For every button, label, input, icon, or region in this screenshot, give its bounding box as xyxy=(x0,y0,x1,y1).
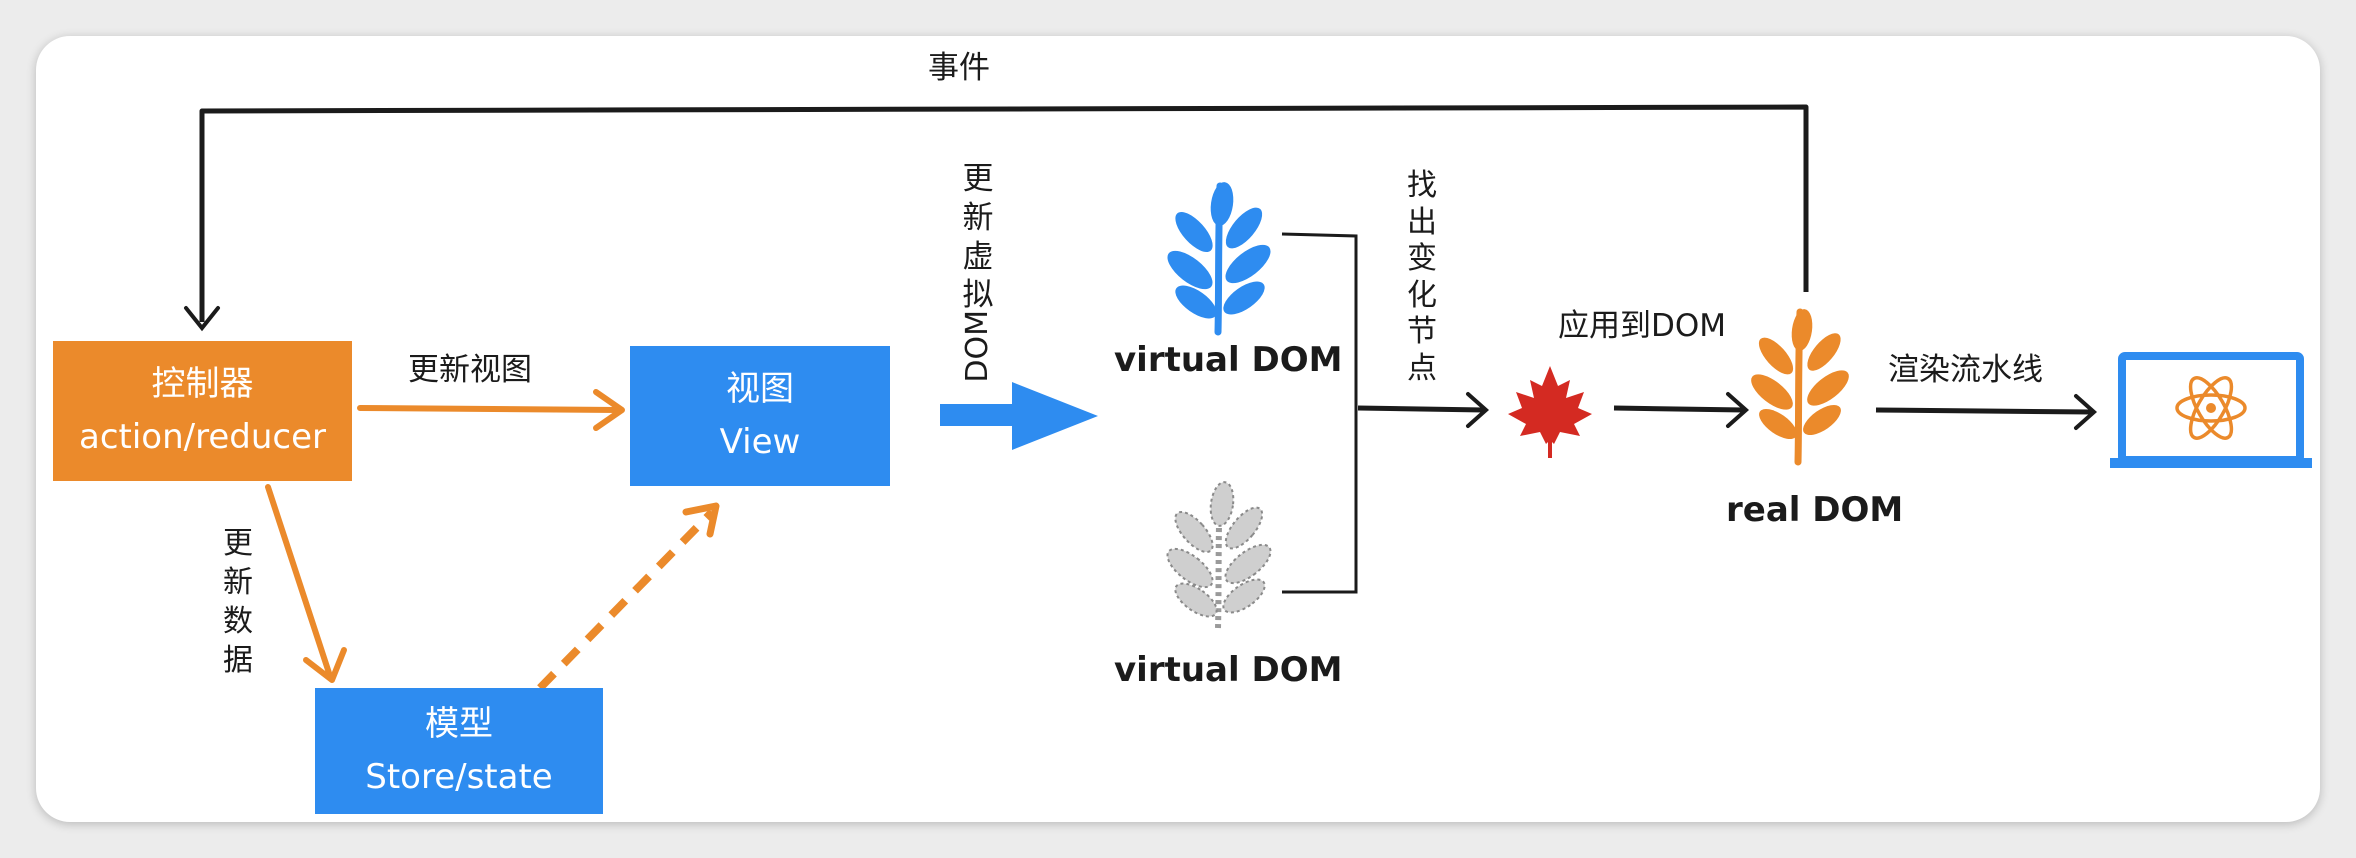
view-subtitle: View xyxy=(719,422,801,462)
arrow-to-diff xyxy=(1357,405,1485,413)
render-pipeline-label: 渲染流水线 xyxy=(1888,352,2043,388)
virtual-dom-new-label: virtual DOM xyxy=(1114,340,1343,380)
arrow-to-real-dom xyxy=(1613,405,1745,413)
vdom-bracket xyxy=(1281,232,1358,594)
update-vdom-dom-label: DOM xyxy=(960,310,995,383)
event-loop-line xyxy=(199,104,1809,322)
controller-subtitle: action/reducer xyxy=(79,417,326,457)
model-box: 模型 Store/state xyxy=(315,688,603,814)
update-view-label: 更新视图 xyxy=(408,352,532,388)
real-dom-label: real DOM xyxy=(1726,490,1904,530)
controller-title: 控制器 xyxy=(151,364,254,405)
grey-dotted-tree-icon xyxy=(1166,481,1272,629)
red-maple-leaf-icon xyxy=(1508,366,1592,458)
arrow-to-render xyxy=(1875,407,2093,415)
big-blue-arrow xyxy=(940,382,1098,450)
events-label: 事件 xyxy=(928,50,990,86)
controller-box: 控制器 action/reducer xyxy=(53,341,352,481)
update-data-label: 更 新 数 据 xyxy=(223,526,253,678)
view-title: 视图 xyxy=(726,369,794,410)
arrow-controller-to-model xyxy=(265,484,333,679)
find-changes-label: 找 出 变 化 节 点 xyxy=(1407,168,1437,386)
orange-tree-icon xyxy=(1751,308,1849,466)
view-box: 视图 View xyxy=(630,346,890,486)
arrow-controller-to-view xyxy=(357,405,621,413)
update-vdom-label: 更 新 虚 拟 xyxy=(962,161,994,314)
model-subtitle: Store/state xyxy=(365,757,553,797)
blue-tree-icon xyxy=(1167,182,1271,336)
arrow-model-to-view-dashed xyxy=(537,509,715,691)
apply-to-dom-label: 应用到DOM xyxy=(1558,308,1727,344)
virtual-dom-old-label: virtual DOM xyxy=(1114,650,1343,690)
model-title: 模型 xyxy=(425,704,493,745)
laptop-atom-icon xyxy=(2110,352,2312,468)
